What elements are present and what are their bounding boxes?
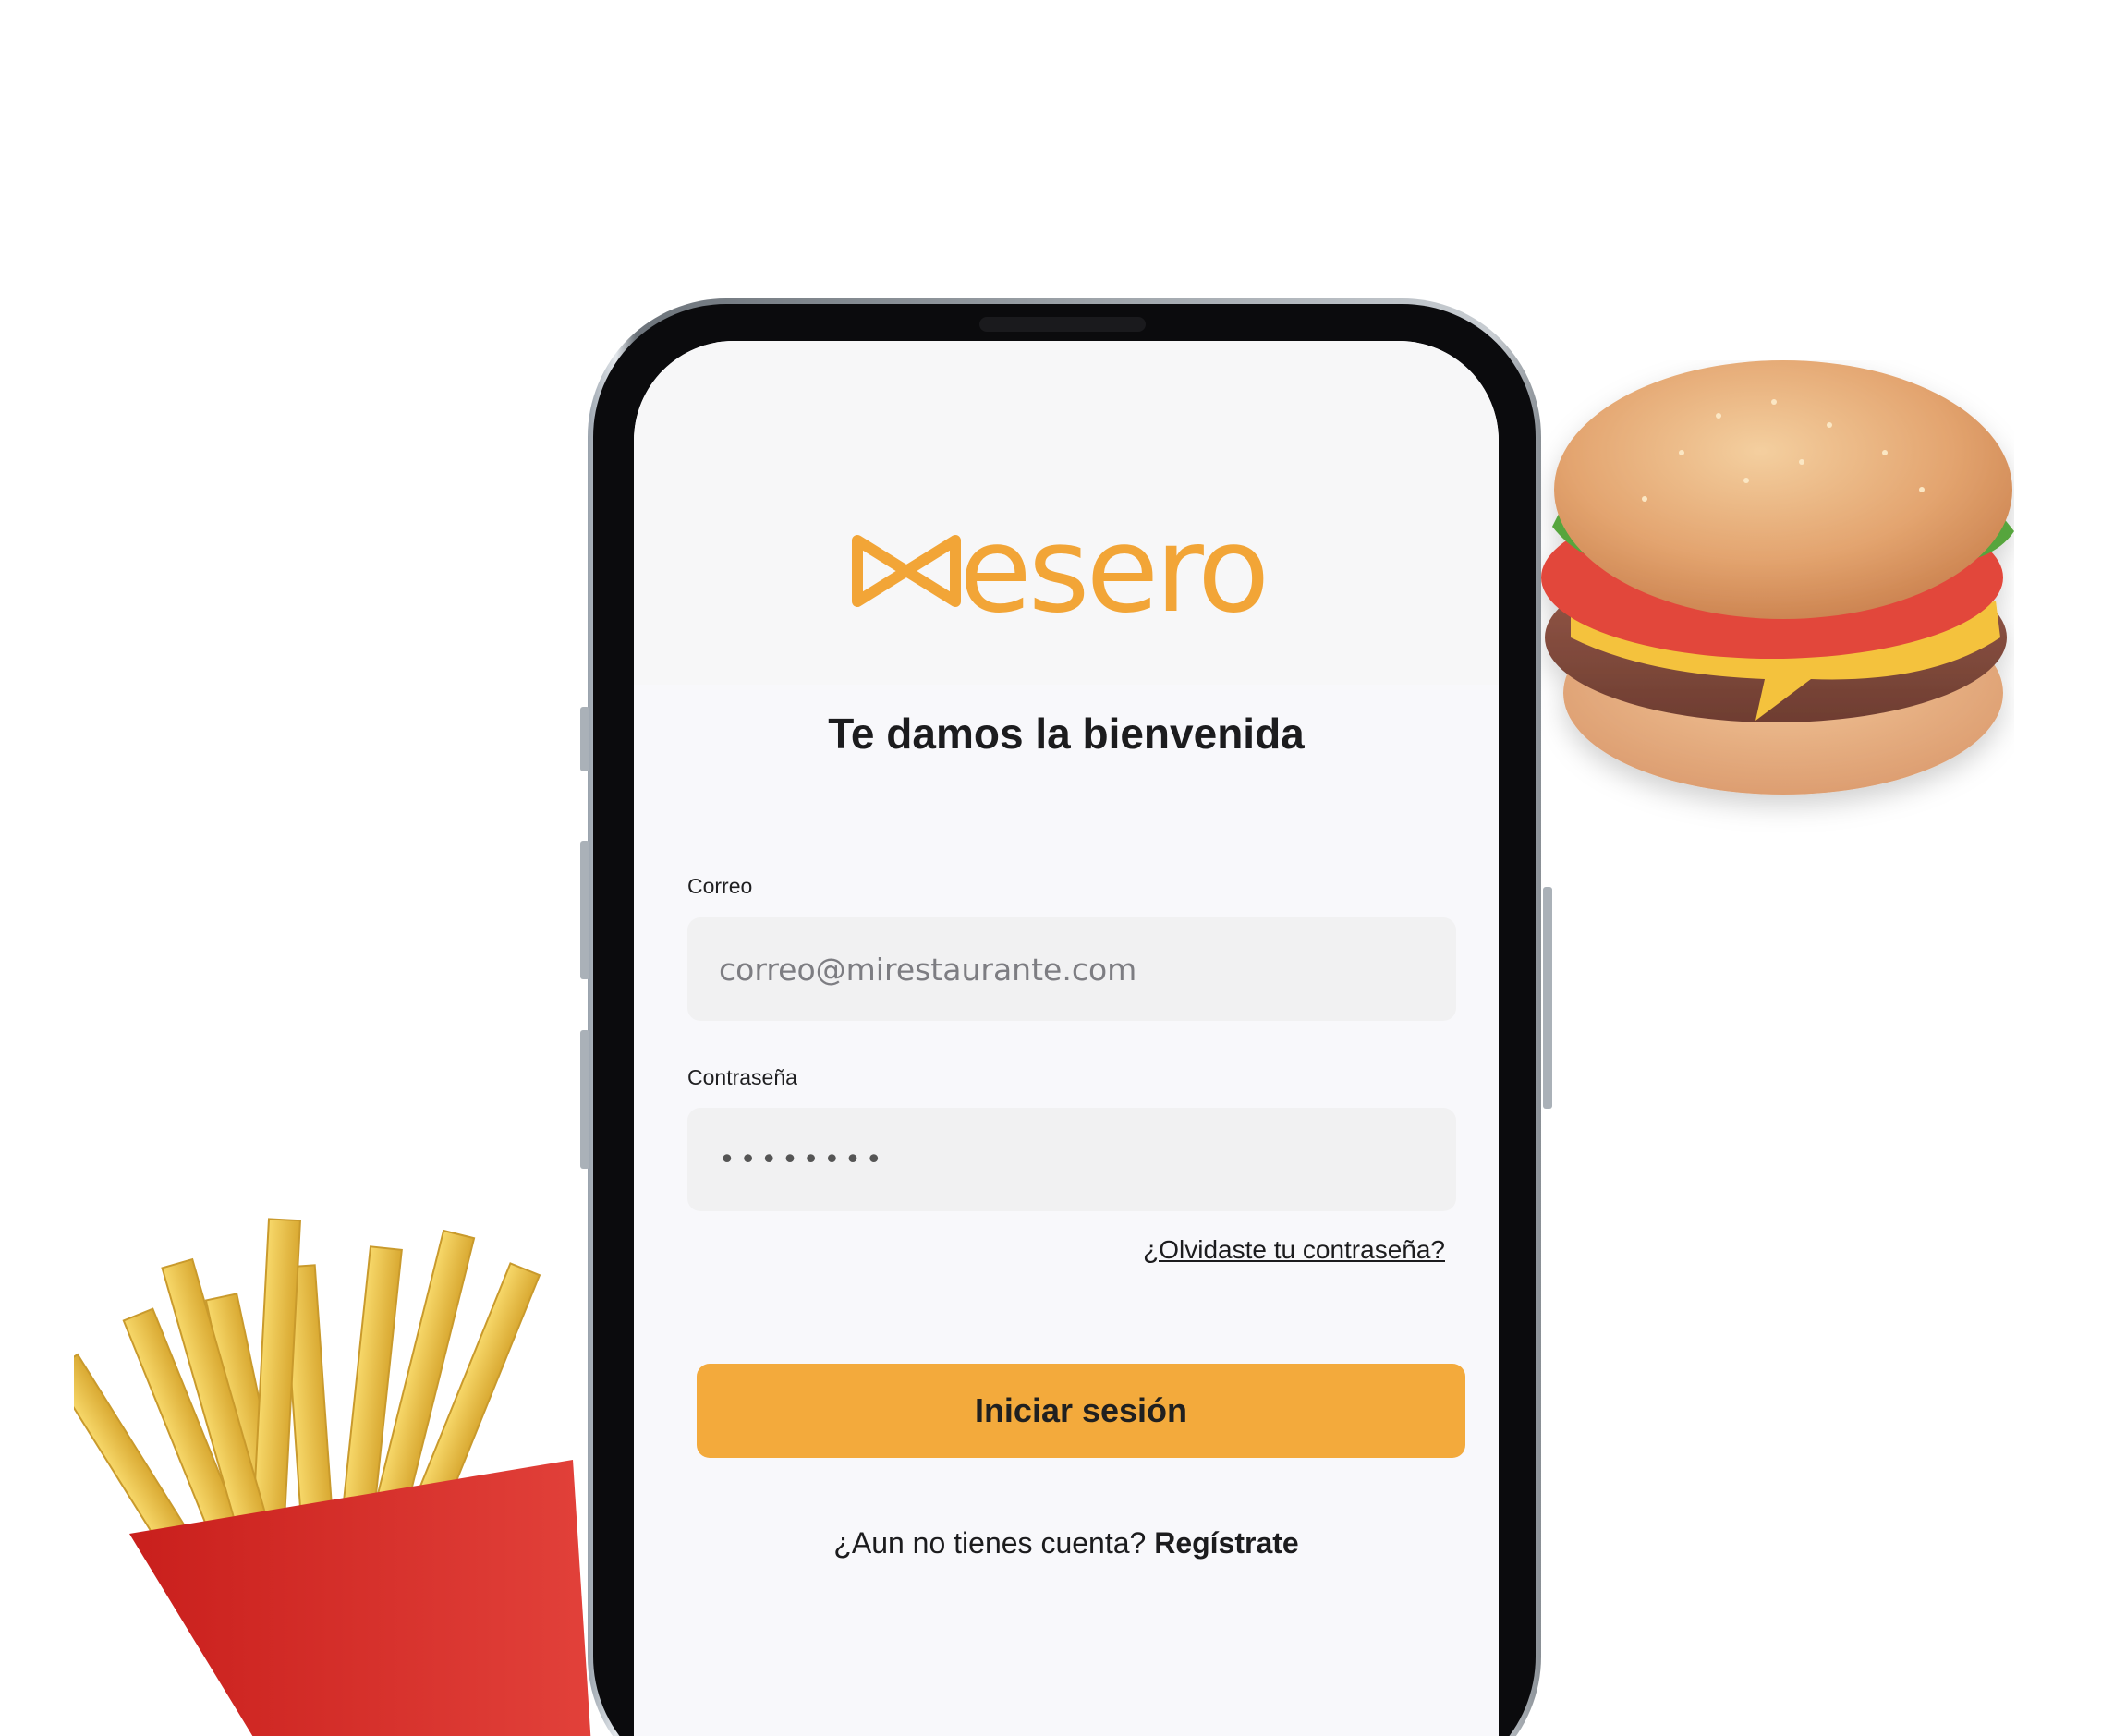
hamburger-illustration [1541, 360, 2014, 795]
password-field[interactable]: •••••••• [687, 1108, 1456, 1211]
brand-name: esero [959, 502, 1270, 639]
phone-bezel: esero Te damos la bienvenida Correo Cont… [593, 304, 1536, 1736]
phone-mute-switch [580, 707, 589, 771]
brand-logo: esero [850, 502, 1270, 639]
signup-link[interactable]: Regístrate [1154, 1526, 1299, 1560]
phone-frame: esero Te damos la bienvenida Correo Cont… [588, 298, 1541, 1736]
phone-speaker [979, 317, 1146, 332]
phone-screen: esero Te damos la bienvenida Correo Cont… [634, 341, 1499, 1736]
login-button[interactable]: Iniciar sesión [697, 1364, 1465, 1458]
bowtie-logo-icon [852, 535, 961, 607]
forgot-password-link[interactable]: ¿Olvidaste tu contraseña? [1143, 1235, 1445, 1265]
signup-prompt: ¿Aun no tienes cuenta? Regístrate [634, 1526, 1499, 1560]
password-value: •••••••• [719, 1143, 887, 1176]
password-label: Contraseña [687, 1065, 797, 1089]
email-field[interactable] [687, 917, 1456, 1021]
email-label: Correo [687, 874, 753, 898]
phone-power-button [1543, 887, 1552, 1109]
welcome-title: Te damos la bienvenida [828, 710, 1305, 758]
phone-volume-up [580, 841, 589, 979]
signup-prompt-text: ¿Aun no tienes cuenta? [833, 1526, 1147, 1560]
french-fries-illustration [74, 1218, 591, 1736]
phone-volume-down [580, 1030, 589, 1169]
